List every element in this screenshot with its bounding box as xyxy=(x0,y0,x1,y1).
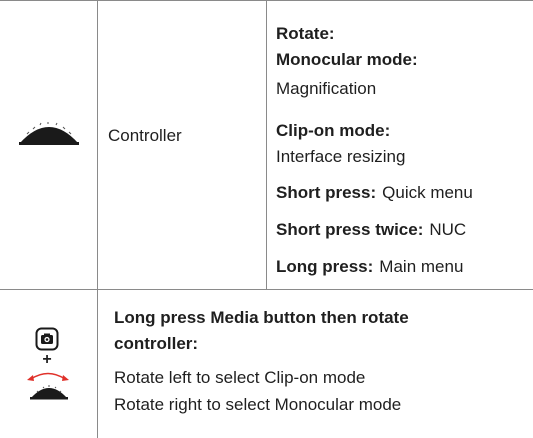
long-press-title: Long press: xyxy=(276,257,374,276)
table-row-divider xyxy=(0,289,533,290)
clipon-mode-title: Clip-on mode: xyxy=(276,121,391,140)
clipon-mode-desc: Interface resizing xyxy=(276,147,406,166)
column-divider-2 xyxy=(266,0,267,289)
column-divider-1 xyxy=(97,0,98,438)
controller-wheel-icon xyxy=(19,122,79,145)
monocular-mode-item: Monocular mode: xyxy=(276,49,418,71)
short-press-twice-item: Short press twice: NUC xyxy=(276,219,466,241)
long-press-desc: Main menu xyxy=(379,257,464,276)
rotate-arrows-icon xyxy=(27,372,69,381)
rotate-title: Rotate: xyxy=(276,24,335,43)
media-rotate-title-line1: Long press Media button then rotate xyxy=(114,308,409,327)
short-press-twice-title: Short press twice: xyxy=(276,220,424,239)
media-rotate-title-line2: controller: xyxy=(114,334,199,353)
short-press-item: Short press: Quick menu xyxy=(276,182,473,204)
short-press-twice-desc: NUC xyxy=(429,220,467,239)
media-button-camera-icon xyxy=(35,327,59,351)
controller-label: Controller xyxy=(108,126,182,145)
short-press-desc: Quick menu xyxy=(382,183,473,202)
rotate-left-instruction: Rotate left to select Clip-on mode xyxy=(114,368,366,387)
monocular-mode-desc: Magnification xyxy=(276,79,377,98)
long-press-item: Long press: Main menu xyxy=(276,256,463,278)
controller-wheel-small-icon xyxy=(30,385,68,400)
short-press-title: Short press: xyxy=(276,183,377,202)
plus-sign: + xyxy=(42,351,52,368)
monocular-mode-title: Monocular mode: xyxy=(276,50,418,69)
rotate-right-instruction: Rotate right to select Monocular mode xyxy=(114,395,402,414)
